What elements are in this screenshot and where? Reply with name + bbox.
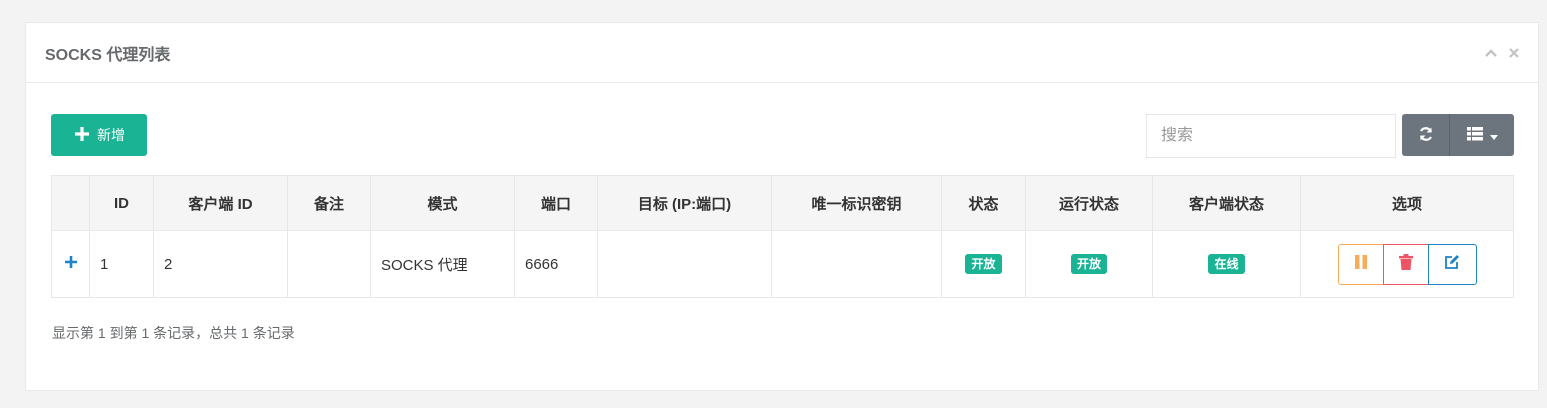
plus-icon xyxy=(73,125,91,146)
cell-status: 开放 xyxy=(941,230,1026,298)
cell-options xyxy=(1300,230,1514,298)
cell-id: 1 xyxy=(89,230,154,298)
cell-mode: SOCKS 代理 xyxy=(370,230,515,298)
collapse-icon[interactable] xyxy=(1484,48,1498,58)
proxy-table: ID 客户端 ID 备注 模式 端口 目标 (IP:端口) 唯一标识密钥 状态 … xyxy=(51,175,1514,298)
col-remark: 备注 xyxy=(287,175,371,231)
table-toolbar: 新增 xyxy=(51,114,1514,158)
list-icon xyxy=(1466,126,1483,144)
delete-button[interactable] xyxy=(1382,243,1429,285)
col-port: 端口 xyxy=(514,175,598,231)
col-options: 选项 xyxy=(1300,175,1514,231)
col-id: ID xyxy=(89,175,154,231)
expand-plus-icon xyxy=(64,256,78,273)
pause-icon xyxy=(1354,254,1368,274)
add-button[interactable]: 新增 xyxy=(51,114,147,156)
panel-header: SOCKS 代理列表 xyxy=(26,23,1538,83)
add-button-label: 新增 xyxy=(97,127,125,143)
proxy-list-panel: SOCKS 代理列表 新增 搜索 ID 客户端 ID 备注 模式 端口 目标 (… xyxy=(25,22,1539,391)
panel-tools xyxy=(1484,47,1520,59)
refresh-icon xyxy=(1418,126,1434,145)
col-client-id: 客户端 ID xyxy=(153,175,288,231)
cell-port: 6666 xyxy=(514,230,598,298)
edit-button[interactable] xyxy=(1427,243,1477,285)
table-header-row: ID 客户端 ID 备注 模式 端口 目标 (IP:端口) 唯一标识密钥 状态 … xyxy=(51,175,1514,231)
cell-remark xyxy=(287,230,371,298)
status-badge: 开放 xyxy=(965,254,1002,274)
col-client-status: 客户端状态 xyxy=(1152,175,1301,231)
trash-icon xyxy=(1398,254,1413,274)
cell-target xyxy=(597,230,772,298)
col-target: 目标 (IP:端口) xyxy=(597,175,772,231)
cell-client-id: 2 xyxy=(153,230,288,298)
table-row: 1 2 SOCKS 代理 6666 开放 开放 在线 xyxy=(51,230,1514,298)
caret-down-icon xyxy=(1489,127,1498,143)
col-mode: 模式 xyxy=(370,175,515,231)
search-input[interactable] xyxy=(1146,114,1396,158)
pause-button[interactable] xyxy=(1337,243,1384,285)
pagination-summary: 显示第 1 到第 1 条记录，总共 1 条记录 xyxy=(52,325,295,341)
cell-key xyxy=(771,230,942,298)
refresh-button[interactable] xyxy=(1402,114,1450,156)
run-status-badge: 开放 xyxy=(1070,254,1107,274)
columns-toggle-button[interactable] xyxy=(1450,114,1514,156)
expand-row-button[interactable] xyxy=(51,230,90,298)
close-icon[interactable] xyxy=(1508,47,1520,59)
table-actions-group xyxy=(1402,114,1514,156)
cell-run-status: 开放 xyxy=(1025,230,1153,298)
col-status: 状态 xyxy=(941,175,1026,231)
edit-icon xyxy=(1444,254,1460,274)
col-run-status: 运行状态 xyxy=(1025,175,1153,231)
client-status-badge: 在线 xyxy=(1208,254,1245,274)
panel-title: SOCKS 代理列表 xyxy=(45,46,171,64)
row-actions xyxy=(1337,243,1477,285)
col-key: 唯一标识密钥 xyxy=(771,175,942,231)
col-expand xyxy=(51,175,90,231)
cell-client-status: 在线 xyxy=(1152,230,1301,298)
